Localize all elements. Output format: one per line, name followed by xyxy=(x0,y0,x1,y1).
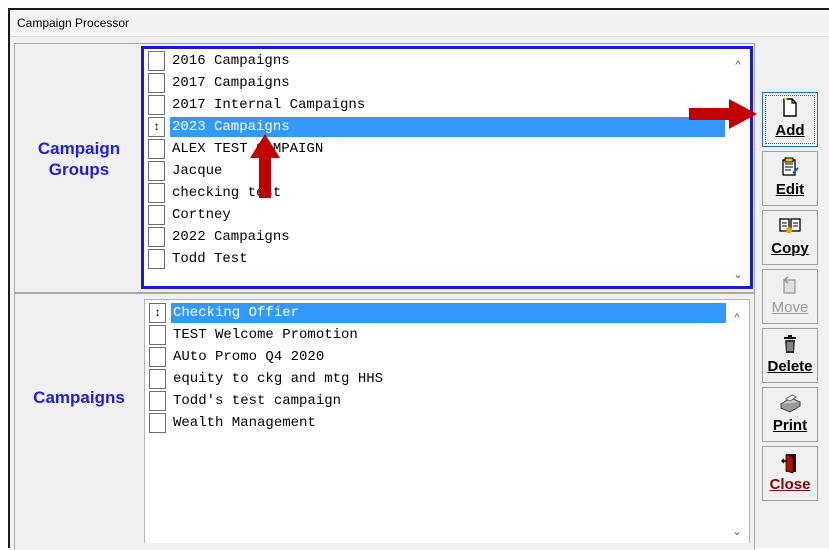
trash-icon xyxy=(763,334,817,358)
list-item-label: equity to ckg and mtg HHS xyxy=(173,371,384,387)
list-item-label: 2017 Internal Campaigns xyxy=(172,97,366,113)
campaigns-panel: Campaigns ↕ Checking Offier TEST Welcome… xyxy=(14,293,755,550)
list-item-label: 2022 Campaigns xyxy=(172,229,290,245)
row-selector[interactable]: ↕ xyxy=(148,117,165,137)
list-item[interactable]: AUto Promo Q4 2020 xyxy=(149,347,727,368)
row-selector[interactable] xyxy=(149,413,166,433)
list-item[interactable]: 2017 Campaigns xyxy=(148,73,726,94)
row-selector[interactable] xyxy=(148,73,165,93)
campaign-processor-window: Campaign Processor Campaign Groups 2016 … xyxy=(8,8,829,550)
edit-button[interactable]: Edit xyxy=(762,151,818,206)
row-selector[interactable] xyxy=(149,369,166,389)
row-selector[interactable] xyxy=(149,391,166,411)
row-selector[interactable] xyxy=(148,183,165,203)
printer-icon xyxy=(763,393,817,417)
list-item-label: 2017 Campaigns xyxy=(172,75,290,91)
delete-button[interactable]: Delete xyxy=(762,328,818,383)
list-item-label: 2016 Campaigns xyxy=(172,53,290,69)
row-selector[interactable] xyxy=(148,249,165,269)
list-item-selected[interactable]: ↕ Checking Offier xyxy=(149,303,727,324)
scroll-down-arrow-icon[interactable]: ⌄ xyxy=(731,526,743,538)
list-item-selected[interactable]: ↕ 2023 Campaigns xyxy=(148,117,726,138)
campaigns-list[interactable]: ↕ Checking Offier TEST Welcome Promotion… xyxy=(144,299,750,543)
copy-button[interactable]: Copy xyxy=(762,210,818,265)
row-selector[interactable] xyxy=(148,161,165,181)
list-item[interactable]: checking test xyxy=(148,183,726,204)
list-item[interactable]: equity to ckg and mtg HHS xyxy=(149,369,727,390)
list-item[interactable]: Wealth Management xyxy=(149,413,727,434)
list-item-label: Wealth Management xyxy=(173,415,316,431)
copy-documents-icon xyxy=(763,216,817,240)
list-item-label: Todd Test xyxy=(172,251,248,267)
row-selector[interactable] xyxy=(149,347,166,367)
row-selector[interactable] xyxy=(148,51,165,71)
move-button[interactable]: Move xyxy=(762,269,818,324)
row-selector[interactable] xyxy=(148,95,165,115)
list-item-label: TEST Welcome Promotion xyxy=(173,327,358,343)
list-item-label: Jacque xyxy=(172,163,223,179)
list-item[interactable]: 2022 Campaigns xyxy=(148,227,726,248)
list-item[interactable]: 2016 Campaigns xyxy=(148,51,726,72)
print-button[interactable]: Print xyxy=(762,387,818,442)
exit-door-icon xyxy=(763,452,817,476)
row-selector[interactable] xyxy=(148,139,165,159)
window-title: Campaign Processor xyxy=(10,10,829,37)
list-item[interactable]: Jacque xyxy=(148,161,726,182)
red-arrow-pointing-up xyxy=(250,134,280,198)
list-item-label: AUto Promo Q4 2020 xyxy=(173,349,325,365)
red-arrow-pointing-right xyxy=(689,99,757,129)
list-item-label: Todd's test campaign xyxy=(173,393,342,409)
print-button-label: Print xyxy=(772,417,808,434)
scroll-up-arrow-icon[interactable]: ^ xyxy=(732,59,744,71)
edit-document-icon xyxy=(763,157,817,181)
list-item[interactable]: Cortney xyxy=(148,205,726,226)
add-button[interactable]: Add xyxy=(762,92,818,147)
campaign-groups-list[interactable]: 2016 Campaigns 2017 Campaigns 2017 Inter… xyxy=(141,46,753,289)
move-button-label: Move xyxy=(771,299,809,316)
delete-button-label: Delete xyxy=(767,358,813,375)
campaign-groups-label: Campaign Groups xyxy=(37,139,121,179)
row-selector[interactable] xyxy=(148,227,165,247)
list-item[interactable]: 2017 Internal Campaigns xyxy=(148,95,726,116)
add-button-label: Add xyxy=(775,122,805,139)
list-item[interactable]: TEST Welcome Promotion xyxy=(149,325,727,346)
campaigns-label: Campaigns xyxy=(33,388,125,407)
list-item-label: Checking Offier xyxy=(171,303,726,323)
list-item[interactable]: Todd's test campaign xyxy=(149,391,727,412)
new-document-icon xyxy=(763,98,817,122)
copy-button-label: Copy xyxy=(771,240,809,257)
list-item[interactable]: Todd Test xyxy=(148,249,726,270)
move-icon xyxy=(763,275,817,299)
close-button[interactable]: Close xyxy=(762,446,818,501)
list-item-label: Cortney xyxy=(172,207,231,223)
scroll-up-arrow-icon[interactable]: ^ xyxy=(731,312,743,324)
list-item-label: ALEX TEST CAMPAIGN xyxy=(172,141,324,157)
campaign-groups-panel: Campaign Groups 2016 Campaigns 2017 Camp… xyxy=(14,43,755,293)
edit-button-label: Edit xyxy=(775,181,805,198)
row-selector[interactable] xyxy=(149,325,166,345)
close-button-label: Close xyxy=(769,476,811,493)
row-selector[interactable]: ↕ xyxy=(149,303,166,323)
row-selector[interactable] xyxy=(148,205,165,225)
list-item[interactable]: ALEX TEST CAMPAIGN xyxy=(148,139,726,160)
scroll-down-arrow-icon[interactable]: ⌄ xyxy=(732,269,744,281)
